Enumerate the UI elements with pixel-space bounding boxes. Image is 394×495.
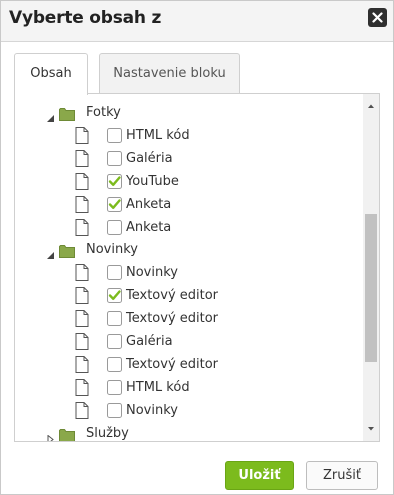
scroll-down-arrow-icon bbox=[368, 427, 374, 431]
tab-obsah[interactable]: Obsah bbox=[14, 53, 88, 95]
expand-arrow-icon[interactable] bbox=[46, 108, 55, 122]
checkbox-checked[interactable] bbox=[107, 196, 122, 212]
tree-folder-label: Služby bbox=[86, 425, 129, 441]
checkbox[interactable] bbox=[107, 379, 122, 395]
tree-item-row[interactable]: YouTube bbox=[15, 171, 363, 193]
tree-item-label: HTML kód bbox=[126, 127, 190, 143]
save-button[interactable]: Uložiť bbox=[225, 461, 294, 490]
checkbox[interactable] bbox=[107, 265, 122, 281]
tree-item-label: Galéria bbox=[126, 150, 173, 166]
tree-item-row[interactable]: Galéria bbox=[15, 148, 363, 170]
tree-item-label: Textový editor bbox=[126, 311, 219, 327]
dialog: Vyberte obsah z Obsah Nastavenie bloku F… bbox=[0, 0, 394, 495]
scroll-up-button[interactable] bbox=[363, 98, 379, 114]
tab-nastavenie-bloku[interactable]: Nastavenie bloku bbox=[99, 53, 240, 94]
page-icon bbox=[75, 264, 89, 282]
page-icon bbox=[75, 287, 89, 305]
tree-item-label: Galéria bbox=[126, 334, 173, 349]
collapse-arrow-icon[interactable] bbox=[46, 429, 55, 441]
page-icon bbox=[75, 401, 89, 419]
tree-item-row[interactable]: Textový editor bbox=[15, 354, 363, 376]
checkbox[interactable] bbox=[107, 402, 122, 418]
tree-item-row[interactable]: HTML kód bbox=[15, 125, 363, 147]
tree-folder-row[interactable]: Novinky bbox=[15, 239, 363, 261]
content-panel: Fotky HTML kód Galéria YouTube Anketa Anketa N… bbox=[14, 93, 380, 442]
dialog-titlebar: Vyberte obsah z bbox=[1, 1, 393, 42]
checkbox[interactable] bbox=[107, 311, 122, 327]
tree-item-label: Textový editor bbox=[126, 288, 219, 304]
expand-arrow-icon[interactable] bbox=[46, 245, 55, 260]
scroll-up-arrow-icon bbox=[368, 104, 374, 108]
page-icon bbox=[75, 378, 89, 396]
dialog-title: Vyberte obsah z bbox=[9, 8, 162, 28]
tree-item-label: Anketa bbox=[126, 219, 172, 235]
tree-item-label: Anketa bbox=[126, 196, 172, 212]
checkbox[interactable] bbox=[107, 219, 122, 235]
tree-item-row[interactable]: Novinky bbox=[15, 262, 363, 284]
page-icon bbox=[75, 310, 89, 328]
folder-icon bbox=[59, 106, 75, 121]
checkbox[interactable] bbox=[107, 334, 122, 349]
checkbox-checked[interactable] bbox=[107, 173, 122, 189]
scrollbar-thumb[interactable] bbox=[365, 214, 377, 362]
close-icon bbox=[372, 12, 383, 23]
page-icon bbox=[75, 195, 89, 213]
folder-icon bbox=[59, 427, 75, 441]
tree-item-row[interactable]: Galéria bbox=[15, 331, 363, 353]
tree-item-row[interactable]: Anketa bbox=[15, 194, 363, 216]
vertical-scrollbar[interactable] bbox=[363, 94, 379, 441]
tree-item-label: Novinky bbox=[126, 402, 178, 418]
tree-item-label: YouTube bbox=[126, 173, 179, 189]
page-icon bbox=[75, 333, 89, 350]
folder-icon bbox=[59, 243, 75, 259]
tree-item-label: Textový editor bbox=[126, 356, 219, 372]
close-button[interactable] bbox=[368, 8, 387, 27]
tree-folder-label: Novinky bbox=[86, 242, 138, 258]
page-icon bbox=[75, 172, 89, 190]
tree-folder-row[interactable]: Služby bbox=[15, 423, 363, 441]
checkbox[interactable] bbox=[107, 356, 122, 372]
cancel-button[interactable]: Zrušiť bbox=[306, 461, 378, 490]
page-icon bbox=[75, 126, 89, 144]
checkbox-checked[interactable] bbox=[107, 288, 122, 304]
checkbox[interactable] bbox=[107, 150, 122, 166]
tree-item-label: HTML kód bbox=[126, 379, 190, 395]
dialog-footer: Uložiť Zrušiť bbox=[1, 448, 393, 494]
tree-folder-row[interactable]: Fotky bbox=[15, 102, 363, 124]
tab-bar: Obsah Nastavenie bloku bbox=[1, 42, 393, 95]
checkbox[interactable] bbox=[107, 127, 122, 143]
content-tree: Fotky HTML kód Galéria YouTube Anketa Anketa N… bbox=[15, 94, 363, 441]
tree-item-row[interactable]: Anketa bbox=[15, 217, 363, 239]
scroll-down-button[interactable] bbox=[363, 421, 379, 437]
tree-item-row[interactable]: Textový editor bbox=[15, 308, 363, 330]
tree-item-row[interactable]: Novinky bbox=[15, 400, 363, 422]
page-icon bbox=[75, 218, 89, 236]
page-icon bbox=[75, 149, 89, 167]
tree-item-row[interactable]: HTML kód bbox=[15, 377, 363, 399]
tree-item-label: Novinky bbox=[126, 265, 178, 281]
tree-folder-label: Fotky bbox=[86, 105, 121, 120]
page-icon bbox=[75, 355, 89, 373]
tree-item-row[interactable]: Textový editor bbox=[15, 285, 363, 307]
